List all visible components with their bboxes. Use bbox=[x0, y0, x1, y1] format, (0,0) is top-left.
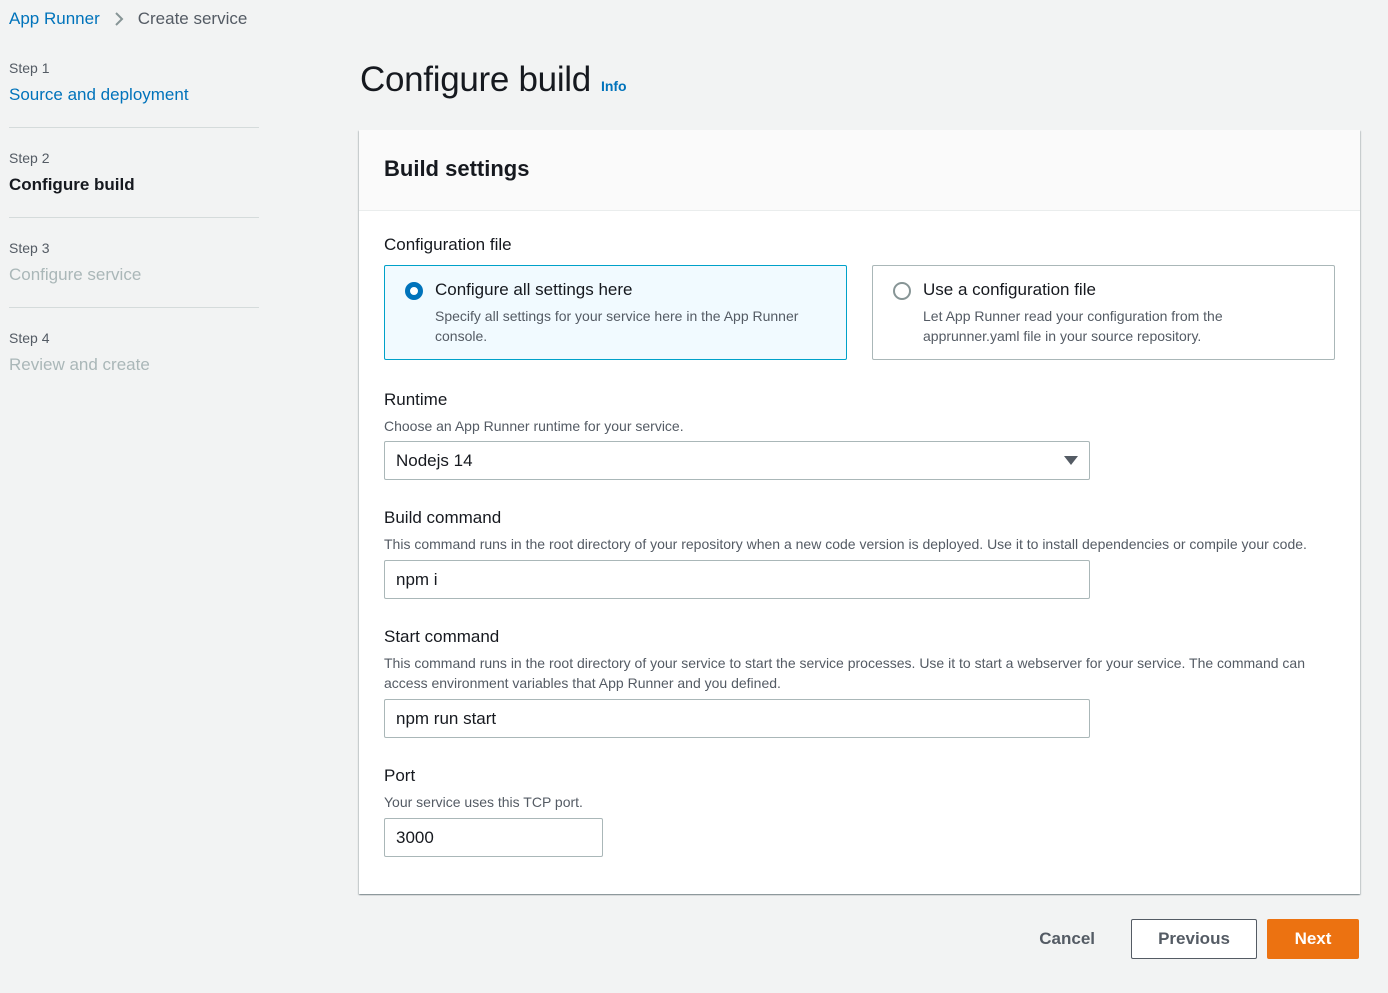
step-number: Step 2 bbox=[9, 150, 50, 166]
build-command-label: Build command bbox=[384, 508, 502, 527]
chevron-right-icon bbox=[115, 12, 124, 26]
runtime-description: Choose an App Runner runtime for your se… bbox=[384, 418, 684, 434]
port-input[interactable]: 3000 bbox=[384, 818, 603, 857]
start-command-description: This command runs in the root directory … bbox=[384, 655, 1305, 691]
tile-use-configuration-file[interactable]: Use a configuration file Let App Runner … bbox=[872, 265, 1335, 360]
runtime-label: Runtime bbox=[384, 390, 448, 409]
port-field: Port Your service uses this TCP port. 30… bbox=[384, 766, 1335, 857]
runtime-selected-value: Nodejs 14 bbox=[396, 450, 473, 470]
wizard-steps: Step 1 Source and deployment Step 2 Conf… bbox=[9, 60, 259, 419]
page-title: Configure build bbox=[360, 60, 591, 99]
step-number: Step 3 bbox=[9, 240, 50, 256]
port-description: Your service uses this TCP port. bbox=[384, 794, 583, 810]
runtime-select[interactable]: Nodejs 14 bbox=[384, 441, 1090, 480]
panel-header: Build settings bbox=[359, 130, 1360, 211]
tile-description: Let App Runner read your configuration f… bbox=[923, 308, 1223, 344]
step-title-configure-build: Configure build bbox=[9, 175, 135, 194]
start-command-field: Start command This command runs in the r… bbox=[384, 627, 1335, 738]
breadcrumb: App Runner Create service bbox=[9, 9, 247, 29]
wizard-step-1: Step 1 Source and deployment bbox=[9, 60, 259, 128]
panel-title: Build settings bbox=[384, 156, 530, 181]
configuration-file-options: Configure all settings here Specify all … bbox=[384, 265, 1335, 360]
form-actions: Cancel Previous Next bbox=[1019, 919, 1359, 959]
tile-configure-all-settings-here[interactable]: Configure all settings here Specify all … bbox=[384, 265, 847, 360]
page-header: Configure build Info bbox=[360, 60, 627, 100]
build-command-description: This command runs in the root directory … bbox=[384, 536, 1307, 552]
panel-body: Configuration file Configure all setting… bbox=[359, 211, 1360, 881]
wizard-step-2: Step 2 Configure build bbox=[9, 150, 259, 218]
configuration-file-label: Configuration file bbox=[384, 235, 512, 254]
configuration-file-field: Configuration file Configure all setting… bbox=[384, 235, 1335, 360]
cancel-button[interactable]: Cancel bbox=[1019, 919, 1115, 959]
port-label: Port bbox=[384, 766, 416, 785]
build-settings-panel: Build settings Configuration file Config… bbox=[359, 130, 1360, 894]
caret-down-icon bbox=[1064, 456, 1078, 465]
wizard-step-4: Step 4 Review and create bbox=[9, 330, 259, 397]
start-command-input[interactable]: npm run start bbox=[384, 699, 1090, 738]
start-command-label: Start command bbox=[384, 627, 500, 646]
build-command-field: Build command This command runs in the r… bbox=[384, 508, 1335, 599]
step-title-configure-service: Configure service bbox=[9, 265, 142, 284]
step-title-review-and-create: Review and create bbox=[9, 355, 150, 374]
tile-title: Use a configuration file bbox=[923, 280, 1096, 299]
tile-title: Configure all settings here bbox=[435, 280, 633, 299]
step-number: Step 1 bbox=[9, 60, 50, 76]
wizard-step-3: Step 3 Configure service bbox=[9, 240, 259, 308]
build-command-input[interactable]: npm i bbox=[384, 560, 1090, 599]
radio-selected-icon[interactable] bbox=[405, 282, 423, 300]
step-number: Step 4 bbox=[9, 330, 50, 346]
breadcrumb-current: Create service bbox=[137, 9, 248, 28]
step-link-source-and-deployment[interactable]: Source and deployment bbox=[9, 85, 259, 105]
runtime-field: Runtime Choose an App Runner runtime for… bbox=[384, 390, 1335, 480]
info-link[interactable]: Info bbox=[601, 78, 627, 94]
tile-description: Specify all settings for your service he… bbox=[435, 308, 799, 344]
next-button[interactable]: Next bbox=[1267, 919, 1359, 959]
radio-unselected-icon[interactable] bbox=[893, 282, 911, 300]
breadcrumb-app-runner-link[interactable]: App Runner bbox=[9, 9, 100, 29]
previous-button[interactable]: Previous bbox=[1131, 919, 1257, 959]
